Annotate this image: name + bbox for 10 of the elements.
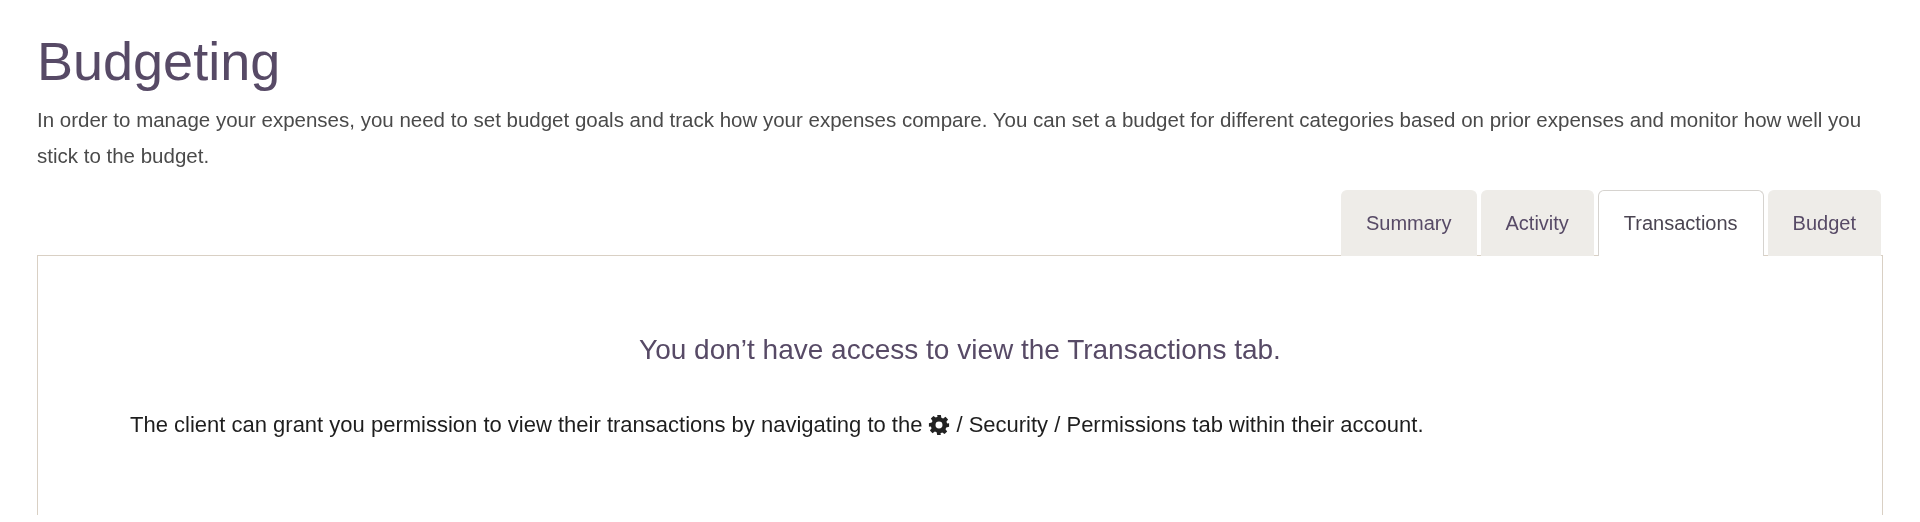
- access-heading: You don’t have access to view the Transactions tab.: [638, 334, 1282, 366]
- page-description: In order to manage your expenses, you need to set budget goals and track how your expenses compare. You can set a budget for different categories based on prior expenses and monitor how well you stick to the budget.: [37, 107, 1863, 169]
- page-title: Budgeting: [37, 30, 282, 93]
- settings-icon: [928, 414, 951, 436]
- tab[interactable]: Budget: [1767, 190, 1881, 256]
- permission-message: The client can grant you permission to view their transactions by navigating to the: [130, 412, 923, 438]
- tab[interactable]: Activity: [1480, 190, 1594, 256]
- permission-message: / Security / Permissions tab within their account.: [956, 412, 1424, 438]
- tab[interactable]: Transactions: [1597, 190, 1764, 256]
- tab[interactable]: Summary: [1340, 190, 1477, 256]
